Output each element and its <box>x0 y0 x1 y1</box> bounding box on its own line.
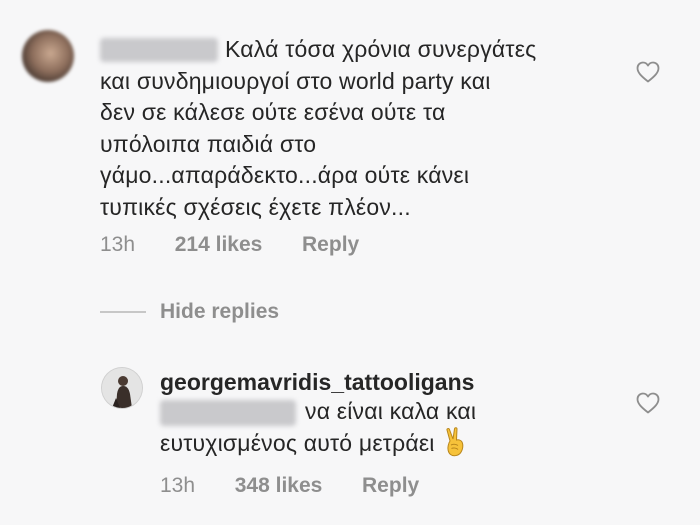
comment-text-line: τυπικές σχέσεις έχετε πλέον... <box>100 193 411 220</box>
heart-outline-icon[interactable] <box>636 392 660 414</box>
heart-outline-icon[interactable] <box>636 61 660 83</box>
reply-text: ευτυχισμένος αυτό μετράει <box>160 427 469 460</box>
hide-replies-toggle[interactable]: Hide replies <box>100 300 279 324</box>
divider-line <box>100 311 146 313</box>
comment-timestamp: 13h <box>100 233 136 256</box>
reply-username-link[interactable]: georgemavridis_tattooligans <box>160 369 474 396</box>
reply-text-line: ευτυχισμένος αυτό μετράει <box>160 430 435 456</box>
comment-text-line: και συνδημιουργοί στο world party και <box>100 67 491 94</box>
reply-timestamp: 13h <box>160 474 196 497</box>
comment-text-line: Καλά τόσα χρόνια συνεργάτες <box>225 36 537 62</box>
comment-meta: 13h 214 likes Reply <box>100 233 359 257</box>
likes-count-link[interactable]: 348 likes <box>235 474 323 498</box>
likes-count-link[interactable]: 214 likes <box>175 233 263 257</box>
commenter-avatar[interactable] <box>22 30 74 82</box>
reply-text-line: να είναι καλα και <box>305 398 477 424</box>
victory-hand-emoji <box>446 427 463 457</box>
hide-replies-label: Hide replies <box>160 300 280 323</box>
reply-button[interactable]: Reply <box>302 233 359 257</box>
blurred-username[interactable] <box>100 38 218 62</box>
reply-button[interactable]: Reply <box>362 474 419 498</box>
comment-text: και συνδημιουργοί στο world party και δε… <box>100 66 491 224</box>
comment-text-line: υπόλοιπα παιδιά στο <box>100 130 317 157</box>
blurred-mention[interactable] <box>160 400 296 426</box>
comment-text-line: γάμο...απαράδεκτο...άρα ούτε κάνει <box>100 162 470 188</box>
comment-text-line: δεν σε κάλεσε ούτε εσένα ούτε τα <box>100 99 446 125</box>
reply-meta: 13h 348 likes Reply <box>160 474 419 498</box>
avatar-photo <box>102 368 142 408</box>
reply-avatar[interactable] <box>102 368 142 408</box>
